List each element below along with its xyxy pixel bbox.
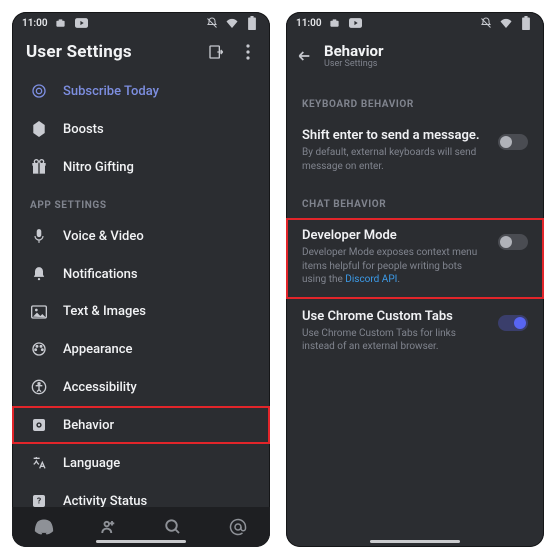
silent-icon: [204, 15, 220, 31]
svg-text:?: ?: [37, 497, 41, 507]
row-label: Voice & Video: [63, 229, 144, 244]
gift-icon: [30, 159, 48, 175]
status-bar: 11:00: [12, 12, 270, 34]
row-nitro-gifting[interactable]: Nitro Gifting: [12, 148, 270, 186]
row-notifications[interactable]: Notifications: [12, 255, 270, 293]
row-text-images[interactable]: Text & Images: [12, 293, 270, 330]
setting-description: By default, external keyboards will send…: [302, 146, 488, 173]
toggle-developer-mode[interactable]: [498, 234, 528, 250]
row-label: Subscribe Today: [63, 84, 159, 99]
setting-title: Developer Mode: [302, 228, 488, 243]
export-icon[interactable]: [208, 44, 224, 60]
row-label: Appearance: [63, 342, 132, 357]
nav-mentions-icon[interactable]: [228, 517, 248, 537]
toggle-shift-enter[interactable]: [498, 134, 528, 150]
page-subtitle: User Settings: [324, 59, 384, 69]
setting-description: Developer Mode exposes context menu item…: [302, 246, 488, 287]
header: Behavior User Settings: [286, 34, 544, 79]
page-title: Behavior: [324, 42, 384, 60]
toggle-chrome-tabs[interactable]: [498, 315, 528, 331]
row-activity-status[interactable]: ? Activity Status: [12, 482, 270, 507]
cog-icon: [30, 417, 48, 433]
nav-pill: [370, 540, 460, 543]
row-accessibility[interactable]: Accessibility: [12, 368, 270, 406]
mic-icon: [30, 228, 48, 244]
setting-developer-mode[interactable]: Developer Mode Developer Mode exposes co…: [286, 218, 544, 299]
row-appearance[interactable]: Appearance: [12, 330, 270, 368]
header: User Settings: [12, 34, 270, 72]
row-subscribe-today[interactable]: Subscribe Today: [12, 72, 270, 110]
accessibility-icon: [30, 379, 48, 395]
language-icon: [30, 455, 48, 471]
camera-icon: [327, 15, 343, 31]
row-behavior[interactable]: Behavior: [12, 406, 270, 444]
palette-icon: [30, 341, 48, 357]
silent-icon: [478, 15, 494, 31]
nav-search-icon[interactable]: [163, 517, 183, 537]
row-label: Nitro Gifting: [63, 160, 134, 175]
youtube-icon: [74, 15, 90, 31]
youtube-icon: [348, 15, 364, 31]
discord-api-link[interactable]: Discord API: [345, 274, 397, 285]
wifi-icon: [224, 15, 240, 31]
row-boosts[interactable]: Boosts: [12, 110, 270, 148]
row-label: Boosts: [63, 122, 104, 137]
status-time: 11:00: [22, 18, 48, 29]
phone-left-user-settings: 11:00 User Settings: [12, 12, 270, 547]
image-icon: [30, 305, 48, 319]
status-time: 11:00: [296, 18, 322, 29]
battery-icon: [518, 15, 534, 31]
activity-icon: ?: [30, 493, 48, 507]
nav-friends-icon[interactable]: [99, 517, 119, 537]
setting-title: Shift enter to send a message.: [302, 128, 488, 143]
section-keyboard-behavior: KEYBOARD BEHAVIOR: [286, 85, 544, 118]
back-icon[interactable]: [296, 48, 312, 64]
setting-shift-enter[interactable]: Shift enter to send a message. By defaul…: [286, 118, 544, 185]
setting-title: Use Chrome Custom Tabs: [302, 309, 488, 324]
row-voice-video[interactable]: Voice & Video: [12, 217, 270, 255]
row-label: Text & Images: [63, 304, 146, 319]
status-bar: 11:00: [286, 12, 544, 34]
wifi-icon: [498, 15, 514, 31]
phone-right-behavior: 11:00 Behavior User Settings: [286, 12, 544, 547]
row-label: Activity Status: [63, 494, 147, 508]
row-label: Accessibility: [63, 380, 137, 395]
setting-chrome-tabs[interactable]: Use Chrome Custom Tabs Use Chrome Custom…: [286, 299, 544, 366]
target-icon: [30, 83, 48, 99]
page-title: User Settings: [26, 42, 132, 62]
more-icon[interactable]: [240, 44, 256, 60]
nav-discord-icon[interactable]: [34, 517, 54, 537]
section-chat-behavior: CHAT BEHAVIOR: [286, 185, 544, 218]
setting-description: Use Chrome Custom Tabs for links instead…: [302, 327, 488, 354]
camera-icon: [53, 15, 69, 31]
battery-icon: [244, 15, 260, 31]
boost-icon: [30, 121, 48, 137]
section-app-settings: APP SETTINGS: [12, 186, 270, 217]
bell-icon: [30, 266, 48, 282]
row-label: Notifications: [63, 267, 138, 282]
settings-list: Subscribe Today Boosts Nitro Gifting APP…: [12, 72, 270, 507]
row-label: Behavior: [63, 418, 114, 433]
row-language[interactable]: Language: [12, 444, 270, 482]
row-label: Language: [63, 456, 120, 471]
content: KEYBOARD BEHAVIOR Shift enter to send a …: [286, 79, 544, 547]
nav-pill: [96, 540, 186, 543]
